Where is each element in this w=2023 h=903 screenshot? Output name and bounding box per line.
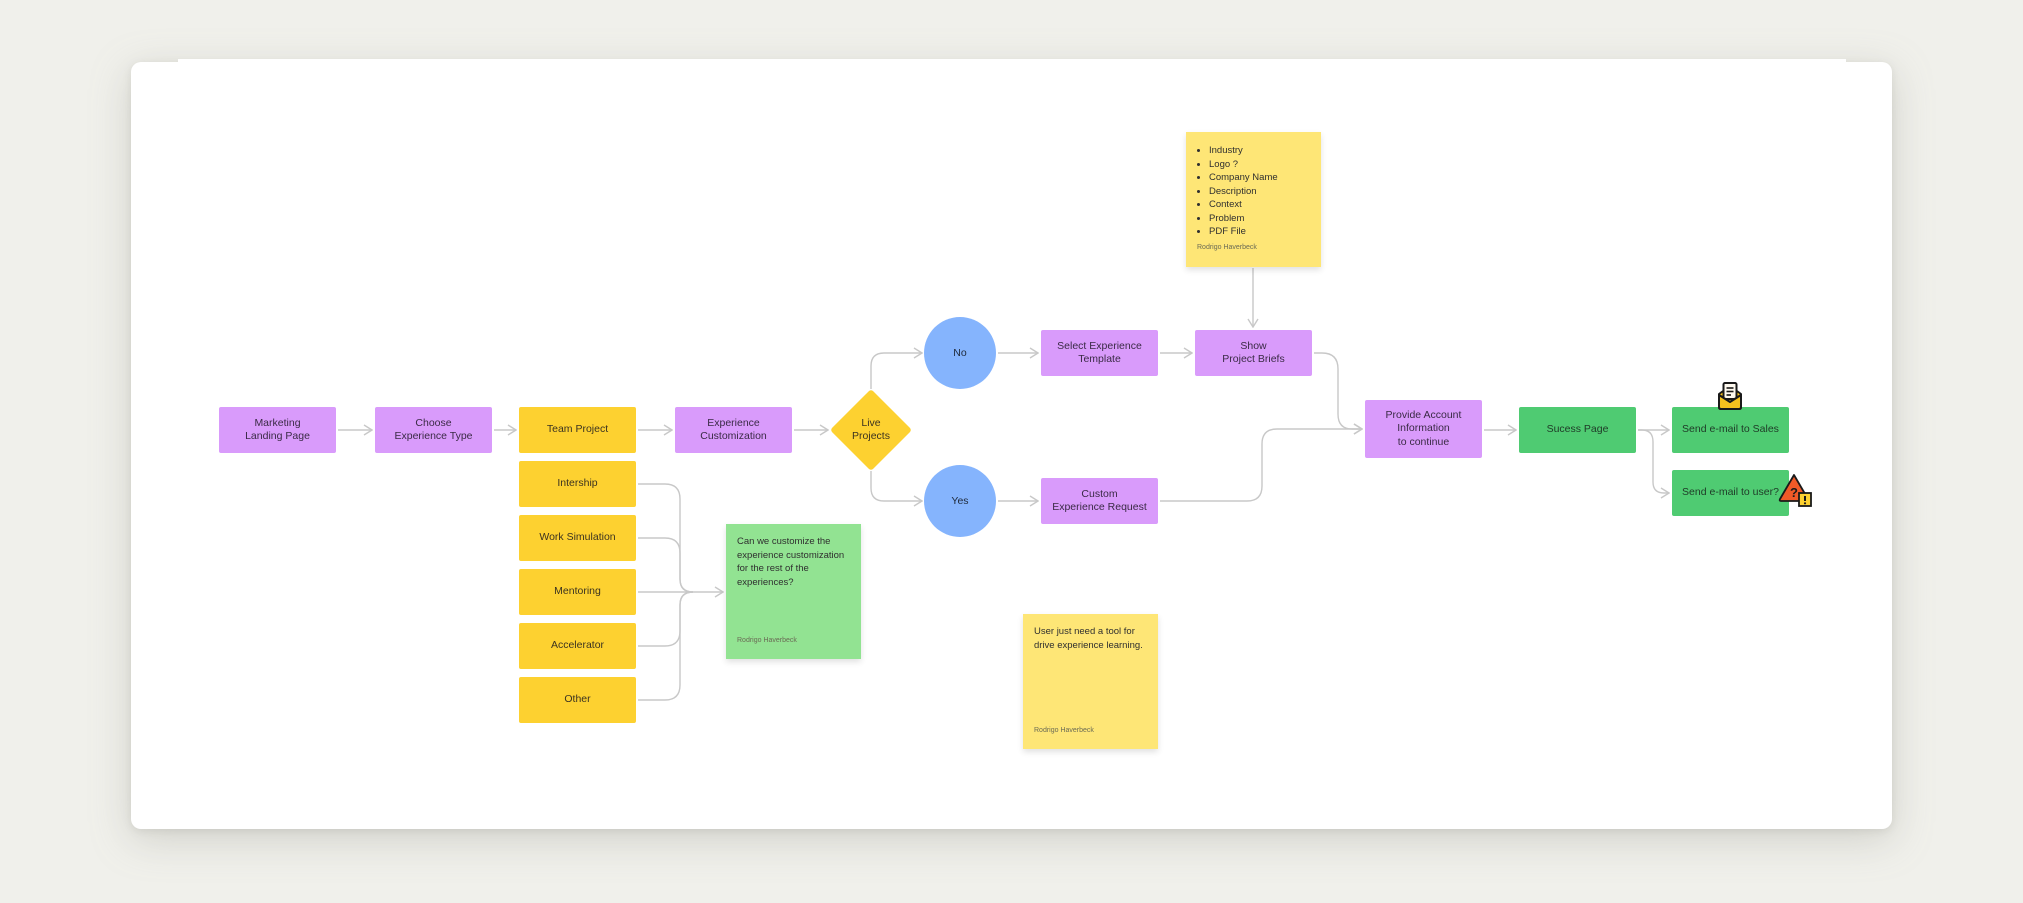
node-work-simulation[interactable]: Work Simulation: [519, 515, 636, 561]
node-custom-experience-request[interactable]: Custom Experience Request: [1041, 478, 1158, 524]
sticky-author: Rodrigo Haverbeck: [737, 636, 797, 644]
list-item: Context: [1209, 198, 1310, 212]
sticky-note-customization-question[interactable]: Can we customize the experience customiz…: [726, 524, 861, 659]
warning-question-icon: ?: [1777, 472, 1815, 510]
node-intership[interactable]: Intership: [519, 461, 636, 507]
node-yes[interactable]: Yes: [924, 465, 996, 537]
node-team-project[interactable]: Team Project: [519, 407, 636, 453]
node-marketing-landing-page[interactable]: Marketing Landing Page: [219, 407, 336, 453]
node-other[interactable]: Other: [519, 677, 636, 723]
list-item: Logo ?: [1209, 158, 1310, 172]
node-mentoring[interactable]: Mentoring: [519, 569, 636, 615]
list-item: Description: [1209, 185, 1310, 199]
node-success-page[interactable]: Sucess Page: [1519, 407, 1636, 453]
sticky-note-brief-fields[interactable]: Industry Logo ? Company Name Description…: [1186, 132, 1321, 267]
sticky-author: Rodrigo Haverbeck: [1197, 243, 1257, 251]
list-item: PDF File: [1209, 225, 1310, 239]
node-experience-customization[interactable]: Experience Customization: [675, 407, 792, 453]
svg-text:?: ?: [1790, 485, 1798, 500]
sticky-text: Can we customize the experience customiz…: [737, 536, 845, 588]
canvas-top-strip: [178, 59, 1846, 65]
node-send-email-user[interactable]: Send e-mail to user?: [1672, 470, 1789, 516]
decision-label: Live Projects: [852, 416, 890, 443]
brief-fields-list: Industry Logo ? Company Name Description…: [1197, 144, 1310, 239]
list-item: Problem: [1209, 212, 1310, 226]
decision-live-projects[interactable]: Live Projects: [829, 388, 913, 472]
node-no[interactable]: No: [924, 317, 996, 389]
node-provide-account-information[interactable]: Provide Account Information to continue: [1365, 400, 1482, 458]
node-choose-experience-type[interactable]: Choose Experience Type: [375, 407, 492, 453]
envelope-letter-icon: [1715, 381, 1745, 411]
node-accelerator[interactable]: Accelerator: [519, 623, 636, 669]
sticky-text: User just need a tool for drive experien…: [1034, 626, 1143, 651]
node-send-email-sales[interactable]: Send e-mail to Sales: [1672, 407, 1789, 453]
sticky-note-user-tool[interactable]: User just need a tool for drive experien…: [1023, 614, 1158, 749]
node-select-experience-template[interactable]: Select Experience Template: [1041, 330, 1158, 376]
list-item: Company Name: [1209, 171, 1310, 185]
node-show-project-briefs[interactable]: Show Project Briefs: [1195, 330, 1312, 376]
list-item: Industry: [1209, 144, 1310, 158]
sticky-author: Rodrigo Haverbeck: [1034, 726, 1094, 734]
